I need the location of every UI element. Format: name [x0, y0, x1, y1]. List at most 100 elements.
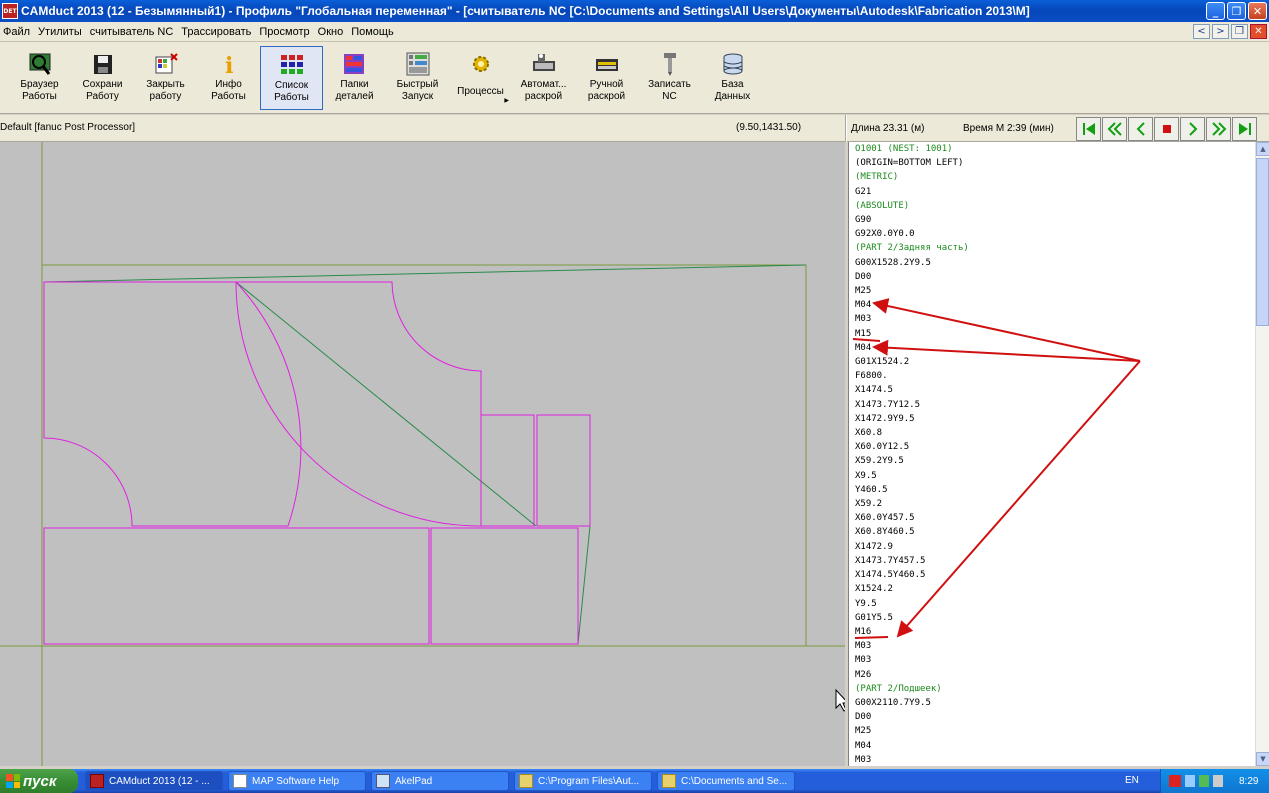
manual-nest-button[interactable]: Ручной раскрой [575, 46, 638, 110]
nc-code-line: X1472.9Y9.5 [855, 413, 915, 424]
task-label: C:\Documents and Se... [681, 775, 788, 787]
job-browser-icon [29, 53, 50, 75]
scroll-down-icon[interactable]: ▼ [1256, 752, 1269, 766]
playback-controls [1076, 117, 1257, 141]
go-to-end-button[interactable] [1232, 117, 1257, 141]
quick-launch-button[interactable]: Быстрый Запуск [386, 46, 449, 110]
menu-help[interactable]: Помощь [347, 26, 398, 38]
volume-icon[interactable] [1213, 775, 1223, 787]
main-toolbar: Браузер Работы Сохрани Работу Закрыть ра… [0, 42, 1269, 114]
tool-label: База Данных [714, 79, 751, 102]
start-button[interactable]: пуск [0, 769, 78, 793]
tool-label: Список Работы [274, 80, 309, 103]
job-browser-button[interactable]: Браузер Работы [8, 46, 71, 110]
dropdown-arrow-icon[interactable]: ▶ [504, 97, 509, 104]
menu-trace[interactable]: Трассировать [177, 26, 255, 38]
nc-code-line: (PART 2/Подшеек) [855, 683, 942, 694]
nc-code-line: F6800. [855, 371, 888, 382]
minimize-button[interactable]: _ [1206, 2, 1225, 20]
write-nc-button[interactable]: Записать NC [638, 46, 701, 110]
auto-nest-icon [532, 54, 555, 71]
taskbar-item-camduct[interactable]: CAMduct 2013 (12 - ... [85, 771, 223, 791]
stop-button[interactable] [1154, 117, 1179, 141]
tool-label: Процессы [457, 86, 504, 97]
menu-file[interactable]: Файл [0, 26, 34, 38]
nc-code-line: G90 [855, 215, 872, 226]
tool-label: Быстрый Запуск [396, 79, 439, 102]
job-list-button[interactable]: Список Работы [260, 46, 323, 110]
language-indicator[interactable]: EN [1125, 775, 1139, 786]
taskbar-item-folder-documents[interactable]: C:\Documents and Se... [657, 771, 795, 791]
menu-bar: Файл Утилиты считыватель NC Трассировать… [0, 22, 1269, 42]
database-icon [723, 53, 742, 75]
processes-button[interactable]: Процессы ▶ [449, 46, 512, 110]
title-bar[interactable]: DET CAMduct 2013 (12 - Безымянный1) - Пр… [0, 0, 1269, 22]
close-job-button[interactable]: Закрыть работу [134, 46, 197, 110]
fast-forward-button[interactable] [1206, 117, 1231, 141]
scroll-thumb[interactable] [1256, 158, 1269, 326]
part-outline [43, 281, 302, 527]
tool-label: Автомат... раскрой [520, 79, 567, 102]
nc-code-line: X1473.7Y12.5 [855, 399, 921, 410]
antivirus-tray-icon[interactable] [1169, 775, 1181, 787]
part-outline [430, 527, 579, 645]
start-label: пуск [23, 772, 57, 790]
mdi-controls: < > ❐ ✕ [1193, 24, 1267, 39]
window-controls: _ ❐ ✕ [1206, 2, 1267, 20]
scroll-up-icon[interactable]: ▲ [1256, 142, 1269, 156]
mdi-restore-button[interactable]: ❐ [1231, 24, 1248, 39]
nc-code-line: X60.0Y12.5 [855, 442, 910, 453]
tool-label: Браузер Работы [20, 79, 59, 102]
menu-nc-reader[interactable]: считыватель NC [86, 26, 178, 38]
nc-code-listing[interactable]: O1001 (NEST: 1001) (ORIGIN=BOTTOM LEFT) (M… [848, 142, 1255, 766]
app-logo-icon: DET [2, 3, 18, 19]
nc-code-line: (ORIGIN=BOTTOM LEFT) [855, 158, 964, 169]
fast-rewind-icon [1107, 122, 1122, 136]
go-to-start-button[interactable] [1076, 117, 1101, 141]
status-bar: Default [fanuc Post Processor] (9.50,143… [0, 115, 1269, 142]
tool-label: Записать NC [648, 79, 691, 102]
network-tray-icon[interactable] [1185, 775, 1195, 787]
nc-code-line: (PART 2/Задняя часть) [855, 243, 969, 254]
close-button[interactable]: ✕ [1248, 2, 1267, 20]
taskbar-item-akelpad[interactable]: AkelPad [371, 771, 509, 791]
mdi-close-button[interactable]: ✕ [1250, 24, 1267, 39]
sheet-outline [41, 264, 807, 647]
save-job-button[interactable]: Сохрани Работу [71, 46, 134, 110]
nc-code-line: X1474.5 [855, 385, 893, 396]
step-back-button[interactable] [1128, 117, 1153, 141]
nc-code-line: M04 [855, 342, 872, 353]
nc-code-line: (METRIC) [855, 172, 899, 183]
nc-code-line: G92X0.0Y0.0 [855, 229, 915, 240]
step-forward-icon [1188, 122, 1197, 136]
menu-utilities[interactable]: Утилиты [34, 26, 86, 38]
menu-view[interactable]: Просмотр [255, 26, 313, 38]
nc-scrollbar[interactable]: ▲ ▼ [1255, 142, 1269, 766]
cursor-coordinates: (9.50,1431.50) [736, 122, 802, 133]
help-icon [233, 774, 247, 788]
database-button[interactable]: База Данных [701, 46, 764, 110]
folder-icon [662, 774, 676, 788]
camduct-icon [90, 774, 104, 788]
mdi-prev-button[interactable]: < [1193, 24, 1210, 39]
nest-drawing-canvas[interactable] [0, 142, 845, 766]
nc-code-line: M04 [855, 300, 872, 311]
maximize-button[interactable]: ❐ [1227, 2, 1246, 20]
fast-back-button[interactable] [1102, 117, 1127, 141]
nc-code-line: M25 [855, 286, 872, 297]
svg-text:i: i [225, 53, 233, 77]
auto-nest-button[interactable]: Автомат... раскрой [512, 46, 575, 110]
step-forward-button[interactable] [1180, 117, 1205, 141]
menu-window[interactable]: Окно [314, 26, 348, 38]
nc-code-line: M15 [855, 328, 872, 339]
job-info-button[interactable]: i Инфо Работы [197, 46, 260, 110]
mdi-next-button[interactable]: > [1212, 24, 1229, 39]
tool-label: Инфо Работы [211, 79, 246, 102]
taskbar-item-map-help[interactable]: MAP Software Help [228, 771, 366, 791]
taskbar-item-folder-program-files[interactable]: C:\Program Files\Aut... [514, 771, 652, 791]
part-folders-button[interactable]: Папки деталей [323, 46, 386, 110]
save-icon [93, 55, 112, 74]
tray-app-icon[interactable] [1199, 775, 1209, 787]
nc-code-line: M16 [855, 626, 872, 637]
nc-code-line: M03 [855, 314, 872, 325]
